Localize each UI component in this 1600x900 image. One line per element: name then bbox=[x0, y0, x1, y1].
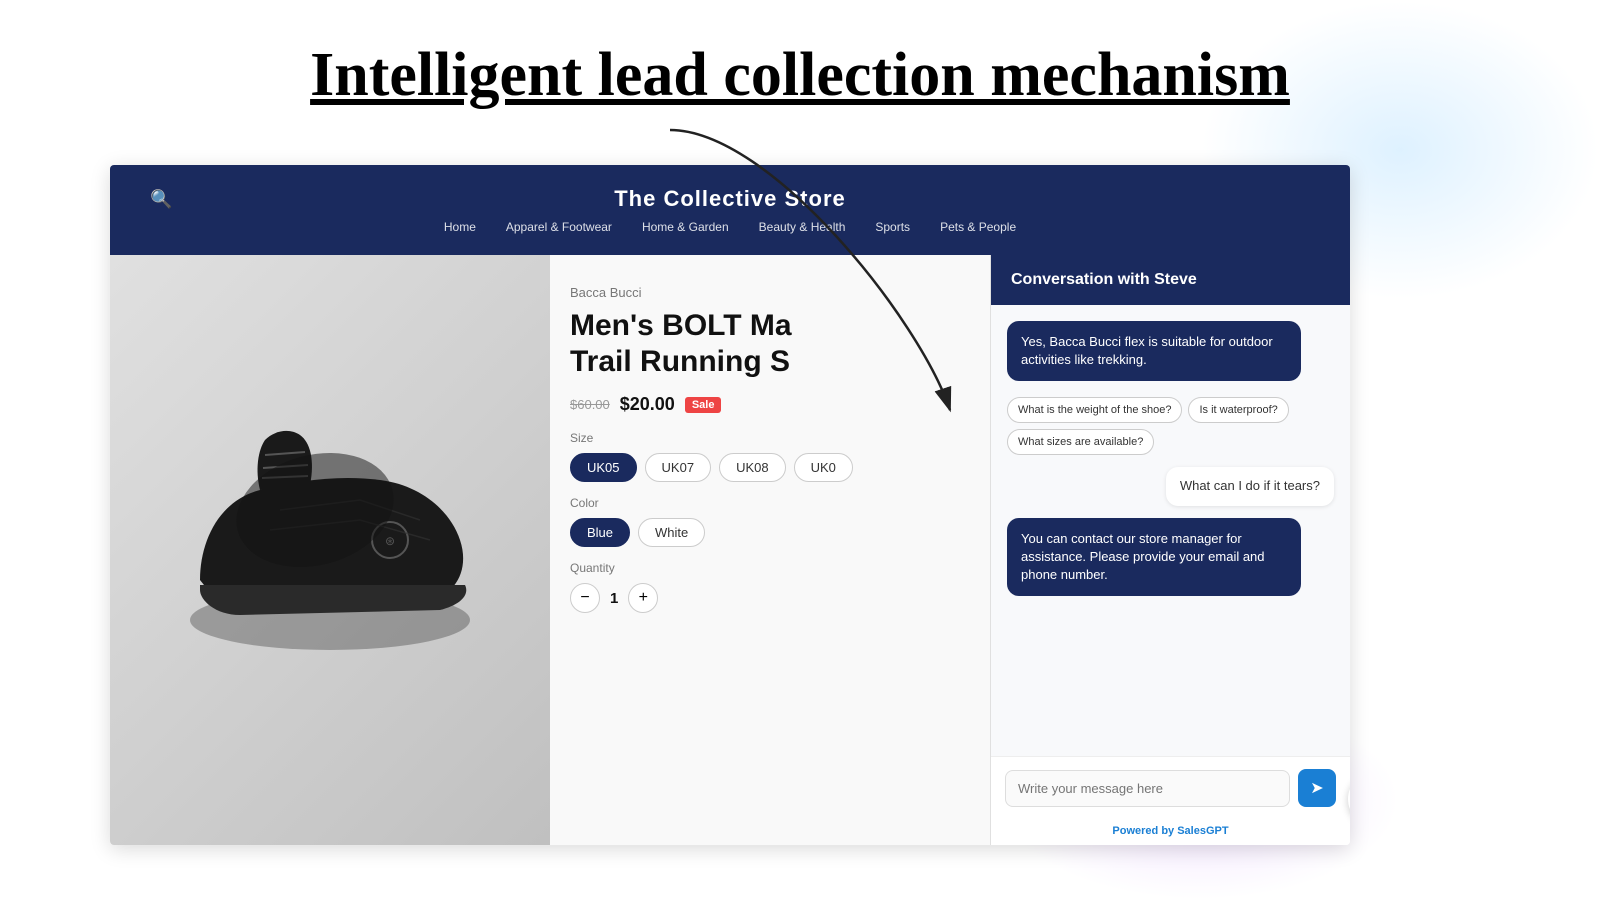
chat-panel: Conversation with Steve Yes, Bacca Bucci… bbox=[990, 255, 1350, 845]
nav-link-home[interactable]: Home bbox=[444, 220, 476, 234]
size-btn-uk07[interactable]: UK07 bbox=[645, 453, 712, 482]
nav-link-home-garden[interactable]: Home & Garden bbox=[642, 220, 729, 234]
search-icon[interactable]: 🔍 bbox=[150, 189, 172, 210]
send-button[interactable]: ➤ bbox=[1298, 769, 1336, 807]
powered-by-label: Powered by bbox=[1112, 825, 1177, 837]
size-btn-uk08[interactable]: UK08 bbox=[719, 453, 786, 482]
qty-value: 1 bbox=[610, 590, 618, 607]
product-area: ⊛ Bacca Bucci Men's BOLT MaTrail Running… bbox=[110, 255, 1350, 845]
send-icon: ➤ bbox=[1310, 778, 1323, 798]
price-old: $60.00 bbox=[570, 397, 610, 412]
nav-link-beauty[interactable]: Beauty & Health bbox=[759, 220, 846, 234]
quick-reply-sizes[interactable]: What sizes are available? bbox=[1007, 429, 1154, 455]
quick-reply-waterproof[interactable]: Is it waterproof? bbox=[1188, 397, 1288, 423]
chat-header: Conversation with Steve bbox=[991, 255, 1350, 305]
chat-bubble-user-1: What can I do if it tears? bbox=[1166, 467, 1334, 505]
store-title: The Collective Store bbox=[614, 186, 846, 212]
nav-link-apparel[interactable]: Apparel & Footwear bbox=[506, 220, 612, 234]
chat-input-row: ➤ bbox=[991, 756, 1350, 819]
qty-increase-button[interactable]: + bbox=[628, 583, 658, 613]
powered-by: Powered by SalesGPT bbox=[991, 819, 1350, 845]
quick-reply-weight[interactable]: What is the weight of the shoe? bbox=[1007, 397, 1182, 423]
qty-decrease-button[interactable]: − bbox=[570, 583, 600, 613]
product-image-area: ⊛ bbox=[110, 255, 550, 845]
nav-link-pets[interactable]: Pets & People bbox=[940, 220, 1016, 234]
color-btn-blue[interactable]: Blue bbox=[570, 518, 630, 547]
sale-badge: Sale bbox=[685, 397, 722, 413]
page-title: Intelligent lead collection mechanism bbox=[310, 40, 1290, 111]
page-title-section: Intelligent lead collection mechanism bbox=[0, 0, 1600, 131]
bot-message-2-text: You can contact our store manager for as… bbox=[1021, 531, 1265, 582]
size-btn-uk0[interactable]: UK0 bbox=[794, 453, 853, 482]
size-btn-uk05[interactable]: UK05 bbox=[570, 453, 637, 482]
color-btn-white[interactable]: White bbox=[638, 518, 705, 547]
svg-text:⊛: ⊛ bbox=[385, 534, 395, 548]
chat-bubble-bot-2: You can contact our store manager for as… bbox=[1007, 518, 1301, 597]
bot-message-1-text: Yes, Bacca Bucci flex is suitable for ou… bbox=[1021, 334, 1273, 367]
screenshot-container: 🔍 The Collective Store Home Apparel & Fo… bbox=[110, 165, 1350, 845]
nav-link-sports[interactable]: Sports bbox=[875, 220, 910, 234]
chat-input[interactable] bbox=[1005, 770, 1290, 807]
user-message-1-text: What can I do if it tears? bbox=[1180, 478, 1320, 493]
price-new: $20.00 bbox=[620, 394, 675, 415]
store-website: 🔍 The Collective Store Home Apparel & Fo… bbox=[110, 165, 1350, 845]
quick-replies: What is the weight of the shoe? Is it wa… bbox=[1007, 397, 1334, 455]
powered-by-brand: SalesGPT bbox=[1177, 825, 1228, 837]
chat-messages: Yes, Bacca Bucci flex is suitable for ou… bbox=[991, 305, 1350, 756]
chat-bubble-bot-1: Yes, Bacca Bucci flex is suitable for ou… bbox=[1007, 321, 1301, 381]
shoe-image: ⊛ bbox=[160, 420, 500, 680]
navbar-top: 🔍 The Collective Store bbox=[140, 186, 1320, 212]
nav-links: Home Apparel & Footwear Home & Garden Be… bbox=[444, 220, 1016, 234]
store-navbar: 🔍 The Collective Store Home Apparel & Fo… bbox=[110, 165, 1350, 255]
